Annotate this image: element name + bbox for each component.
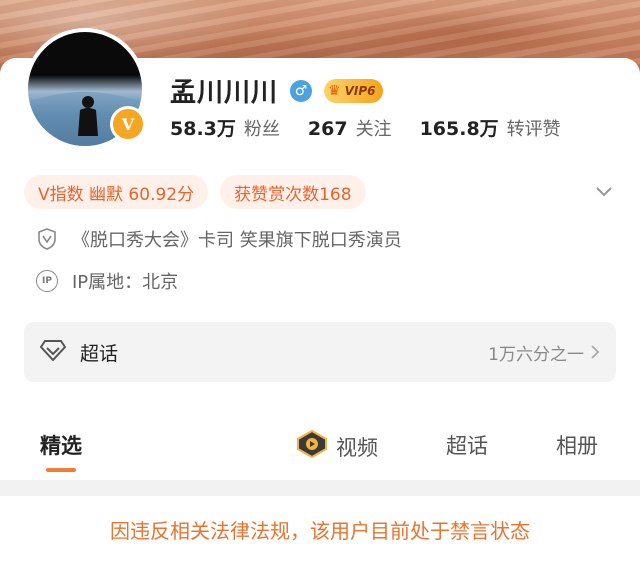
tab-super-topic[interactable]: 超话 <box>446 430 488 460</box>
stat-number: 165.8万 <box>419 118 499 140</box>
ip-location-row: IP IP属地：北京 <box>36 268 178 294</box>
profile-stats: 58.3万 粉丝 267 关注 165.8万 转评赞 <box>170 114 561 141</box>
section-divider <box>0 480 640 496</box>
profile-tags: V指数 幽默 60.92分 获赞赏次数168 <box>24 175 366 209</box>
male-gender-icon: ♂ <box>290 79 313 102</box>
video-badge-icon <box>296 429 328 463</box>
super-topic-label: 超话 <box>80 342 119 365</box>
tab-featured[interactable]: 精选 <box>40 430 82 460</box>
reward-count-tag[interactable]: 获赞赏次数168 <box>220 175 366 209</box>
stat-number: 58.3万 <box>170 118 236 140</box>
bio-row: 《脱口秀大会》卡司 笑果旗下脱口秀演员 <box>36 226 402 252</box>
tab-video[interactable]: 视频 <box>296 429 378 463</box>
super-topic-rank: 1万六分之一 <box>488 340 600 365</box>
chevron-down-icon[interactable] <box>592 180 616 204</box>
stat-number: 267 <box>307 118 348 140</box>
super-topic-value: 1万六分之一 <box>488 344 584 365</box>
vip-badge[interactable]: ♛ VIP6 <box>324 78 384 103</box>
tab-album[interactable]: 相册 <box>556 430 598 460</box>
active-tab-indicator <box>46 468 76 472</box>
ban-notice: 因违反相关法律法规，该用户目前处于禁言状态 <box>110 518 530 543</box>
tab-video-label: 视频 <box>336 435 378 460</box>
profile-tabs: 精选 视频 超话 相册 <box>0 420 640 476</box>
ip-location-icon: IP <box>36 270 58 292</box>
profile-name: 孟川川川 <box>170 78 279 108</box>
name-row: 孟川川川 ♂ ♛ VIP6 <box>170 72 384 109</box>
stat-label: 关注 <box>355 119 392 140</box>
ip-icon-text: IP <box>36 270 58 292</box>
stat-followers[interactable]: 58.3万 粉丝 <box>170 114 280 141</box>
crown-icon: ♛ <box>328 82 341 99</box>
vip-label: VIP6 <box>344 83 376 98</box>
chevron-right-icon <box>591 345 600 359</box>
stat-reposts-comments-likes[interactable]: 165.8万 转评赞 <box>420 114 561 141</box>
v-index-tag[interactable]: V指数 幽默 60.92分 <box>24 175 209 209</box>
stat-label: 粉丝 <box>243 119 280 140</box>
verified-badge-icon: V <box>110 106 146 142</box>
bio-text: 《脱口秀大会》卡司 笑果旗下脱口秀演员 <box>72 230 402 251</box>
stat-label: 转评赞 <box>506 119 561 140</box>
stat-following[interactable]: 267 关注 <box>308 115 392 141</box>
super-topic-entry[interactable]: 超话 1万六分之一 <box>24 322 616 382</box>
shield-v-icon <box>36 228 58 250</box>
ip-location-text: IP属地：北京 <box>72 272 179 293</box>
diamond-icon <box>39 339 67 365</box>
